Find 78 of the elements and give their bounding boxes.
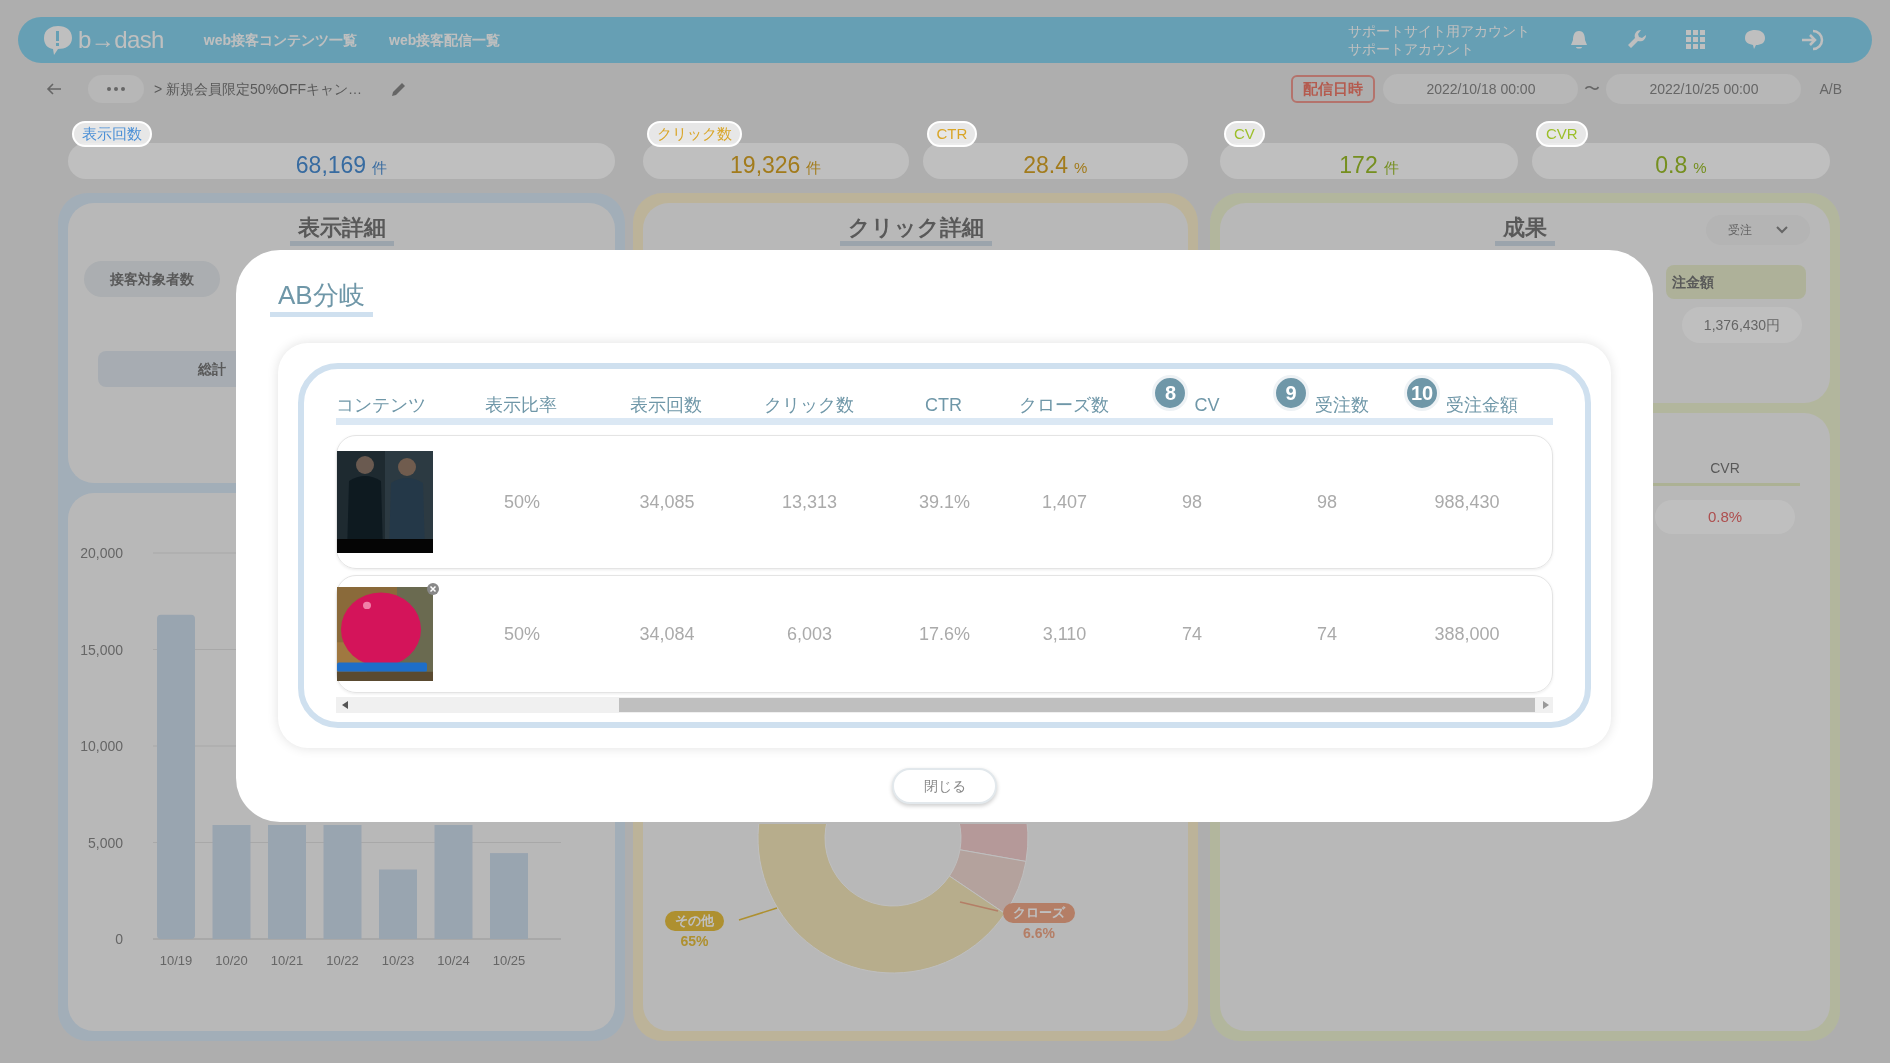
metric-value: 172 件 <box>1220 143 1518 179</box>
mode-label: A/B <box>1819 79 1842 99</box>
table-cell-text: 988,430 <box>1433 490 1501 514</box>
period-label: 配信日時 <box>1291 75 1376 103</box>
dialog-title: AB分岐 <box>270 278 373 317</box>
table-cell: 0.8% <box>1655 500 1795 534</box>
column-header: 表示回数 <box>630 394 702 417</box>
filter-dropdown[interactable]: 受注 <box>1706 215 1810 245</box>
account-name: サポートアカウント <box>1348 40 1475 58</box>
metric-label: クリック数 <box>647 121 742 147</box>
table-cell-text: 34,084 <box>638 622 696 646</box>
axis-label: 10/19 <box>159 953 193 968</box>
number-badge: 10 <box>1404 375 1440 411</box>
amount-value: 1,376,430円 <box>1682 307 1802 343</box>
table-cell-text: 3,110 <box>1041 622 1088 646</box>
axis-label: 5,000 <box>87 834 123 851</box>
logo-text: b→dash <box>78 25 164 55</box>
column-header: 注金額 <box>1666 265 1806 299</box>
column-header: コンテンツ <box>336 394 426 417</box>
nav-link[interactable]: web接客コンテンツ一覧 <box>203 29 358 51</box>
table-cell-text: 74 <box>1316 622 1338 646</box>
metric-label: 表示回数 <box>72 121 152 147</box>
axis-label: 10/24 <box>437 953 470 968</box>
axis-label: 10/23 <box>381 953 415 968</box>
column-header: 受注金額 <box>1446 394 1518 417</box>
callout-label: その他 <box>665 911 724 931</box>
callout-value: 6.6% <box>1023 924 1055 943</box>
axis-label: 10,000 <box>80 738 123 754</box>
end-date-field[interactable]: 2022/10/25 00:00 <box>1606 74 1802 104</box>
table-row[interactable]: 50% 34,085 13,313 39.1% 1,407 98 98 988,430 <box>336 435 1553 569</box>
row-label: 総計 <box>198 359 226 379</box>
table-cell-text: 17.6% <box>917 622 971 646</box>
range-separator: 〜 <box>1584 79 1601 99</box>
table-cell-text: 34,085 <box>638 490 696 514</box>
account-name: サポートサイト用アカウント <box>1348 22 1530 40</box>
table-cell-text: 388,000 <box>1433 622 1501 646</box>
metric-value: 19,326 件 <box>643 143 909 179</box>
metric-value: 68,169 件 <box>68 143 615 179</box>
column-header: CTR <box>925 394 962 417</box>
metric-label: CV <box>1224 121 1265 147</box>
column-header: クリック数 <box>763 394 854 417</box>
metric-value: 0.8 % <box>1532 143 1830 179</box>
axis-label: 10/22 <box>326 953 359 968</box>
callout-value: 65% <box>680 932 709 951</box>
axis-label: 10/20 <box>215 953 248 968</box>
panel-title: クリック詳細 <box>839 214 992 246</box>
close-button[interactable]: 閉じる <box>892 768 997 804</box>
column-header: CV <box>1194 394 1220 417</box>
start-date-field[interactable]: 2022/10/18 00:00 <box>1383 74 1579 104</box>
axis-label: 0 <box>115 931 123 947</box>
nav-link[interactable]: web接客配信一覧 <box>389 29 501 51</box>
panel-title: 成果 <box>1495 214 1555 246</box>
table-cell-text: 98 <box>1316 490 1338 514</box>
metric-label: CTR <box>926 121 978 147</box>
table-cell-text: 39.1% <box>917 490 971 514</box>
table-cell-text: 74 <box>1181 622 1203 646</box>
panel-title: 表示詳細 <box>289 214 394 246</box>
table-cell-text: 6,003 <box>785 622 833 646</box>
metric-label: CVR <box>1536 121 1588 147</box>
axis-label: 10/21 <box>270 953 304 968</box>
metric-value: 28.4 % <box>922 143 1188 179</box>
callout-label: クローズ <box>1003 903 1075 923</box>
axis-label: 15,000 <box>80 641 123 658</box>
column-header: 表示比率 <box>485 394 557 417</box>
column-header: クローズ数 <box>1018 394 1109 417</box>
table-cell-text: 50% <box>503 490 541 514</box>
breadcrumb: > 新規会員限定50%OFFキャン… <box>154 79 363 99</box>
axis-label: 20,000 <box>80 545 123 561</box>
tab[interactable]: 接客対象者数 <box>84 261 220 297</box>
number-badge: 9 <box>1273 375 1309 411</box>
table-cell-text: 13,313 <box>780 490 839 514</box>
table-cell-text: 50% <box>503 622 541 646</box>
table-cell-text: 98 <box>1181 490 1203 514</box>
axis-label: 10/25 <box>492 953 526 968</box>
number-badge: 8 <box>1152 375 1189 411</box>
table-cell-text: 1,407 <box>1040 490 1088 514</box>
column-header: 受注数 <box>1315 394 1369 417</box>
table-row[interactable]: 50% 34,084 6,003 17.6% 3,110 74 74 388,000 <box>336 575 1553 693</box>
